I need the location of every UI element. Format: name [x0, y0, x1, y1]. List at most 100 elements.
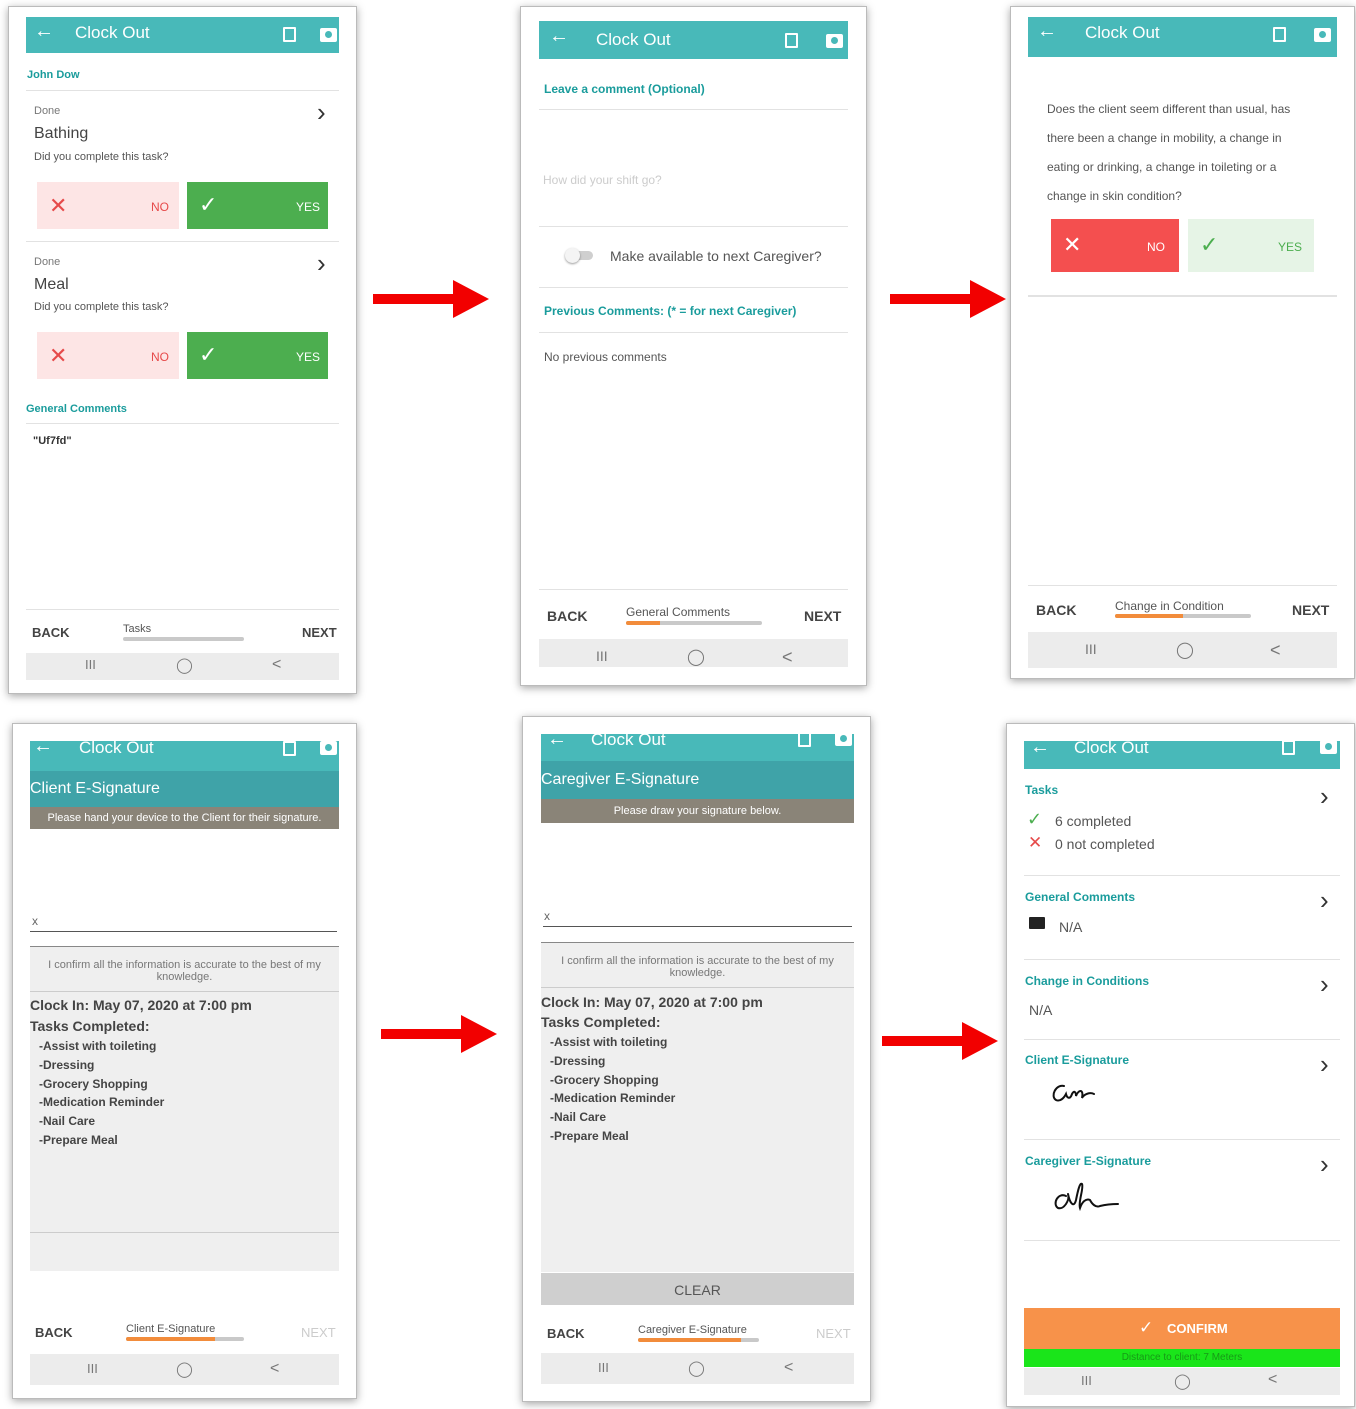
camera-icon[interactable]	[1320, 741, 1337, 754]
no-label: NO	[151, 350, 169, 364]
phone-caregiver-signature: ← Clock Out Caregiver E-Signature Please…	[522, 716, 871, 1402]
step-label: Tasks	[123, 623, 152, 635]
nav-back-icon[interactable]: <	[1268, 1371, 1277, 1389]
chevron-right-icon: ›	[1320, 1049, 1329, 1079]
next-button[interactable]: NEXT	[302, 625, 337, 640]
section-label: Change in Conditions	[1025, 974, 1149, 988]
clipboard-icon[interactable]	[283, 741, 296, 756]
home-icon[interactable]: ◯	[176, 656, 193, 674]
confirm-button[interactable]: ✓ CONFIRM	[1024, 1308, 1340, 1349]
back-arrow-icon[interactable]: ←	[33, 741, 53, 758]
task-item[interactable]: Done Bathing Did you complete this task?…	[26, 91, 339, 241]
header-title: Clock Out	[79, 741, 154, 757]
back-button[interactable]: BACK	[547, 608, 587, 624]
step-progress	[626, 621, 762, 625]
back-arrow-icon[interactable]: ←	[549, 25, 569, 48]
chevron-right-icon[interactable]: ›	[317, 97, 326, 128]
back-arrow-icon[interactable]: ←	[1037, 20, 1057, 43]
chevron-right-icon: ›	[1320, 969, 1329, 999]
change-conditions-section[interactable]: Change in Conditions › N/A	[1024, 960, 1340, 1039]
home-icon[interactable]: ◯	[687, 647, 705, 667]
yes-button[interactable]: ✓ YES	[1188, 219, 1314, 272]
recent-apps-icon[interactable]: III	[596, 648, 608, 664]
recent-apps-icon[interactable]: III	[1085, 641, 1097, 657]
header-bar: ← Clock Out	[26, 17, 339, 53]
header-title: Clock Out	[1074, 741, 1149, 757]
home-icon[interactable]: ◯	[176, 1360, 193, 1378]
no-button[interactable]: ✕ NO	[1051, 219, 1179, 272]
back-button[interactable]: BACK	[1036, 602, 1076, 618]
tasks-section[interactable]: Tasks › ✓ 6 completed ✕ 0 not completed	[1024, 769, 1340, 876]
camera-icon[interactable]	[826, 34, 843, 48]
next-caregiver-toggle[interactable]	[565, 248, 595, 263]
caregiver-signature-section[interactable]: Caregiver E-Signature ›	[1024, 1140, 1340, 1240]
check-icon: ✓	[1027, 809, 1043, 829]
x-icon: ✕	[1028, 833, 1043, 852]
clear-button[interactable]: CLEAR	[541, 1273, 854, 1305]
header-bar: ← Clock Out	[539, 21, 848, 59]
section-label: General Comments	[1025, 890, 1136, 904]
signature-pad[interactable]: x	[541, 823, 854, 942]
check-icon: ✓	[1139, 1318, 1154, 1337]
camera-icon[interactable]	[835, 734, 852, 746]
check-icon: ✓	[199, 192, 218, 217]
back-button[interactable]: BACK	[547, 1326, 585, 1341]
x-icon: ✕	[49, 193, 68, 218]
nav-back-icon[interactable]: <	[782, 647, 793, 667]
home-icon[interactable]: ◯	[1176, 640, 1194, 660]
signature-x-mark: x	[32, 914, 38, 928]
recent-apps-icon[interactable]: III	[85, 657, 96, 672]
back-arrow-icon[interactable]: ←	[1030, 741, 1050, 759]
flow-arrow-icon	[373, 280, 489, 318]
clipboard-icon[interactable]	[785, 33, 798, 48]
general-comments-section[interactable]: General Comments › N/A	[1024, 876, 1340, 959]
nav-back-icon[interactable]: <	[784, 1359, 793, 1377]
client-name: John Dow	[27, 69, 80, 81]
signature-header: Caregiver E-Signature	[541, 761, 854, 799]
clipboard-icon[interactable]	[1282, 741, 1295, 755]
nav-back-icon[interactable]: <	[1270, 640, 1281, 661]
clipboard-icon[interactable]	[283, 27, 296, 42]
camera-icon[interactable]	[320, 28, 337, 42]
no-label: NO	[151, 200, 169, 214]
yes-button[interactable]: ✓ YES	[187, 182, 328, 229]
clipboard-icon[interactable]	[798, 734, 811, 747]
nav-back-icon[interactable]: <	[272, 656, 281, 674]
nav-back-icon[interactable]: <	[270, 1360, 279, 1378]
back-button[interactable]: BACK	[35, 1325, 73, 1340]
step-progress	[123, 637, 244, 641]
check-icon: ✓	[1200, 232, 1219, 257]
header-bar: ← Clock Out	[1024, 741, 1340, 769]
step-progress	[1115, 614, 1251, 618]
camera-icon[interactable]	[1314, 28, 1331, 42]
back-arrow-icon[interactable]: ←	[34, 20, 54, 43]
recent-apps-icon[interactable]: III	[1081, 1373, 1092, 1388]
home-icon[interactable]: ◯	[688, 1359, 705, 1377]
signature-pad[interactable]: x	[30, 829, 339, 946]
recent-apps-icon[interactable]: III	[87, 1361, 98, 1376]
x-icon: ✕	[1063, 232, 1082, 257]
step-label: Caregiver E-Signature	[638, 1324, 747, 1336]
chevron-right-icon[interactable]: ›	[317, 248, 326, 279]
home-icon[interactable]: ◯	[1174, 1372, 1191, 1390]
no-button[interactable]: ✕ NO	[37, 182, 179, 229]
back-button[interactable]: BACK	[32, 625, 70, 640]
comment-input[interactable]: How did your shift go?	[543, 173, 843, 187]
recent-apps-icon[interactable]: III	[598, 1360, 609, 1375]
task-name: Meal	[34, 276, 69, 293]
summary-panel: I confirm all the information is accurat…	[541, 942, 854, 1272]
signature-header: Client E-Signature	[30, 771, 339, 807]
comment-value: "Uf7fd"	[33, 435, 72, 447]
yes-button[interactable]: ✓ YES	[187, 332, 328, 379]
client-signature-section[interactable]: Client E-Signature ›	[1024, 1040, 1340, 1139]
camera-icon[interactable]	[320, 741, 337, 755]
back-arrow-icon[interactable]: ←	[547, 734, 567, 751]
next-button[interactable]: NEXT	[804, 608, 841, 624]
task-line: -Grocery Shopping	[39, 1077, 148, 1091]
next-button[interactable]: NEXT	[1292, 602, 1329, 618]
chevron-right-icon: ›	[1320, 781, 1329, 811]
no-button[interactable]: ✕ NO	[37, 332, 179, 379]
task-item[interactable]: Done Meal Did you complete this task? › …	[26, 242, 339, 392]
clipboard-icon[interactable]	[1273, 27, 1286, 42]
flow-arrow-icon	[882, 1022, 998, 1060]
